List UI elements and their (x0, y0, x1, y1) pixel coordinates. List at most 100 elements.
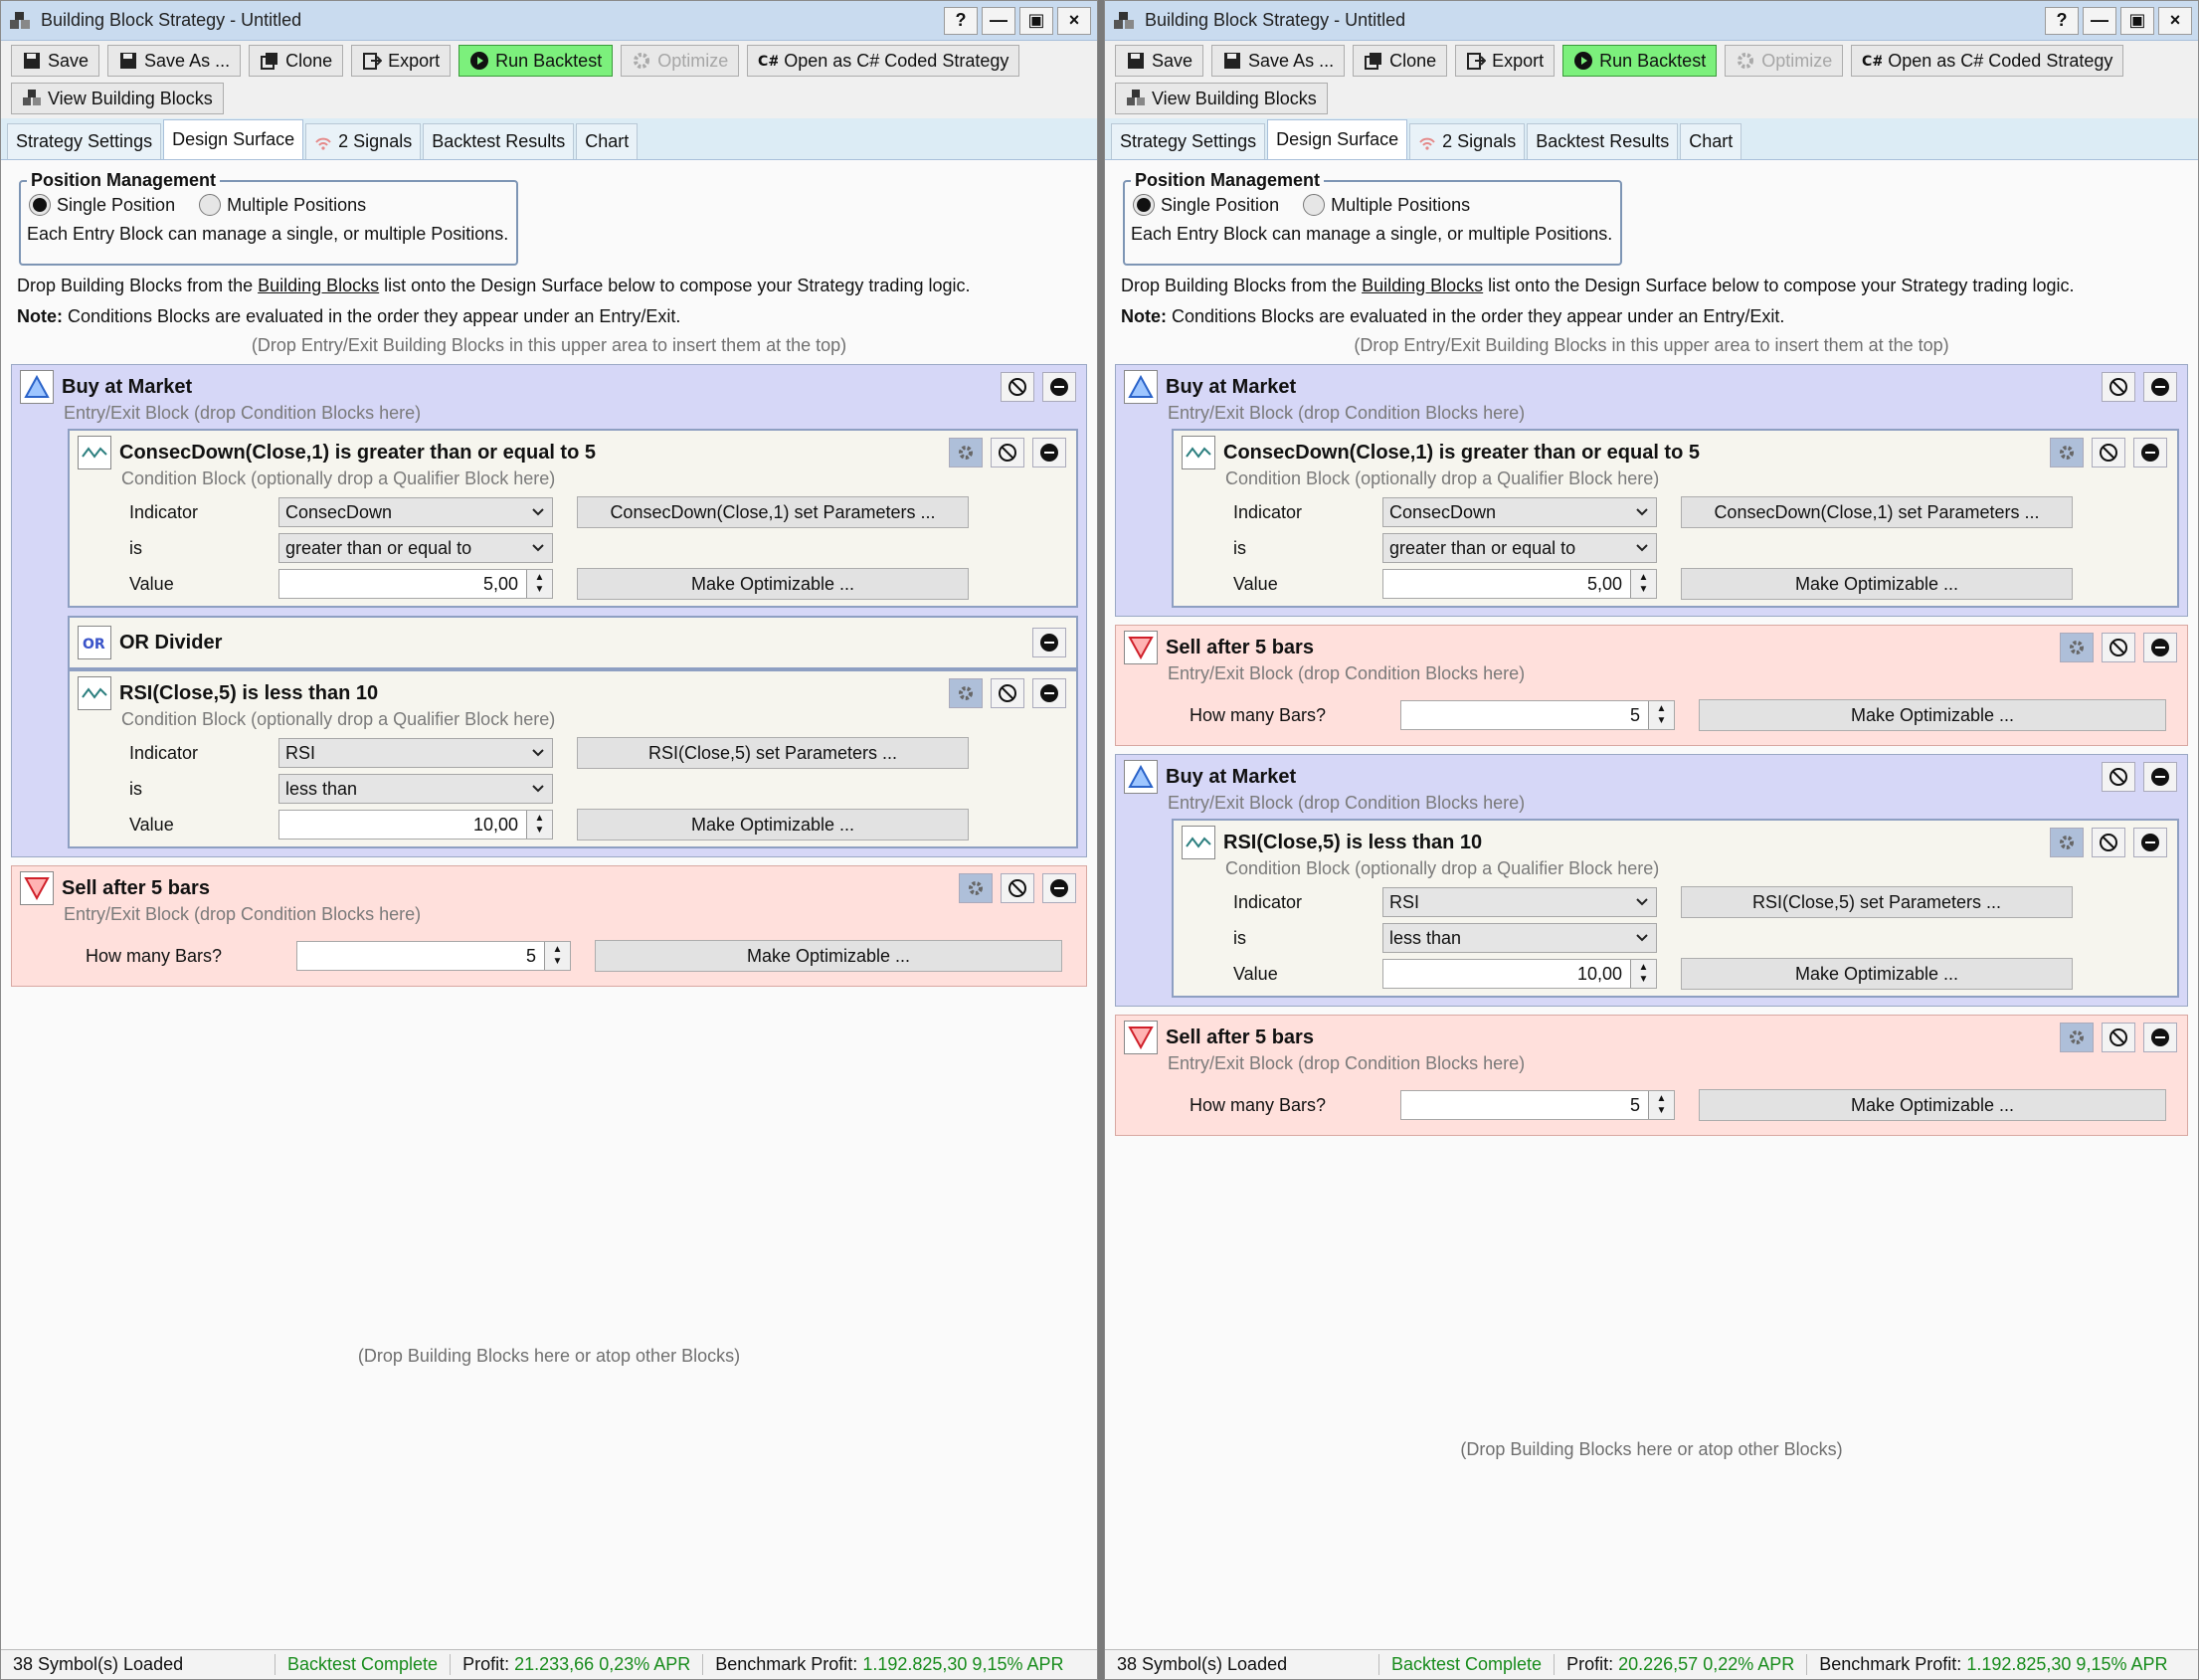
make-optimizable-button[interactable]: Make Optimizable ... (577, 568, 969, 600)
spin-arrows-icon[interactable]: ▲ ▼ (1648, 701, 1674, 729)
disable-block-button[interactable] (2102, 633, 2135, 662)
building-blocks-link[interactable]: Building Blocks (258, 276, 379, 295)
buy-at-market-block[interactable]: Buy at Market Entry/Exit Block (drop Con… (1115, 754, 2188, 1007)
set-parameters-button[interactable]: RSI(Close,5) set Parameters ... (577, 737, 969, 769)
set-parameters-button[interactable]: RSI(Close,5) set Parameters ... (1681, 886, 2073, 918)
qualifier-settings-button[interactable] (949, 678, 983, 708)
qualifier-settings-button[interactable] (959, 873, 993, 903)
tab-design-surface[interactable]: Design Surface (1267, 119, 1408, 159)
buy-at-market-block[interactable]: Buy at Market Entry/Exit Block (drop Con… (11, 364, 1087, 857)
minimize-button[interactable]: — (2083, 6, 2116, 35)
make-optimizable-button[interactable]: Make Optimizable ... (1681, 568, 2073, 600)
qualifier-settings-button[interactable] (949, 438, 983, 467)
make-optimizable-button[interactable]: Make Optimizable ... (1681, 958, 2073, 990)
remove-block-button[interactable] (2143, 762, 2177, 792)
qualifier-settings-button[interactable] (2050, 438, 2084, 467)
condition-block-consecdown[interactable]: ConsecDown(Close,1) is greater than or e… (1172, 429, 2179, 608)
remove-block-button[interactable] (2143, 1023, 2177, 1052)
qualifier-settings-button[interactable] (2050, 828, 2084, 857)
help-button[interactable]: ? (944, 6, 978, 35)
make-optimizable-button[interactable]: Make Optimizable ... (595, 940, 1062, 972)
tab-backtest-results[interactable]: Backtest Results (1527, 123, 1679, 159)
set-parameters-button[interactable]: ConsecDown(Close,1) set Parameters ... (1681, 496, 2073, 528)
disable-block-button[interactable] (1001, 372, 1034, 402)
export-button[interactable]: Export (1455, 45, 1556, 77)
disable-block-button[interactable] (991, 438, 1024, 467)
bars-stepper[interactable]: 5 ▲ ▼ (1400, 700, 1675, 730)
open-csharp-button[interactable]: C# Open as C# Coded Strategy (747, 45, 1020, 77)
indicator-select[interactable]: ConsecDown (1382, 497, 1657, 527)
tab-design-surface[interactable]: Design Surface (163, 119, 304, 159)
multiple-positions-radio[interactable]: Multiple Positions (199, 194, 366, 216)
condition-block-rsi[interactable]: RSI(Close,5) is less than 10 Condition B… (68, 669, 1078, 848)
remove-block-button[interactable] (2133, 438, 2167, 467)
minimize-button[interactable]: — (982, 6, 1015, 35)
save-as-button[interactable]: Save As ... (107, 45, 242, 77)
buy-at-market-block[interactable]: Buy at Market Entry/Exit Block (drop Con… (1115, 364, 2188, 617)
or-divider-block[interactable]: OR OR Divider (68, 616, 1078, 669)
close-button[interactable]: × (2158, 6, 2192, 35)
save-as-button[interactable]: Save As ... (1211, 45, 1346, 77)
make-optimizable-button[interactable]: Make Optimizable ... (577, 809, 969, 840)
clone-button[interactable]: Clone (249, 45, 344, 77)
operator-select[interactable]: less than (1382, 923, 1657, 953)
make-optimizable-button[interactable]: Make Optimizable ... (1699, 699, 2166, 731)
tab-signals[interactable]: 2 Signals (305, 123, 422, 159)
disable-block-button[interactable] (2102, 372, 2135, 402)
sell-after-bars-block[interactable]: Sell after 5 bars Entry/Exit Block (drop… (1115, 625, 2188, 746)
qualifier-settings-button[interactable] (2060, 1023, 2094, 1052)
spin-arrows-icon[interactable]: ▲ ▼ (1648, 1091, 1674, 1119)
run-backtest-button[interactable]: Run Backtest (1562, 45, 1718, 77)
export-button[interactable]: Export (351, 45, 452, 77)
maximize-button[interactable]: ▣ (1019, 6, 1053, 35)
tab-chart[interactable]: Chart (1680, 123, 1742, 159)
operator-select[interactable]: greater than or equal to (1382, 533, 1657, 563)
disable-block-button[interactable] (2092, 828, 2125, 857)
tab-strategy-settings[interactable]: Strategy Settings (7, 123, 162, 159)
spin-arrows-icon[interactable]: ▲ ▼ (1630, 570, 1656, 598)
tab-chart[interactable]: Chart (576, 123, 639, 159)
optimize-button[interactable]: Optimize (621, 45, 740, 77)
bars-stepper[interactable]: 5 ▲ ▼ (1400, 1090, 1675, 1120)
value-stepper[interactable]: 10,00 ▲ ▼ (278, 810, 553, 840)
spin-arrows-icon[interactable]: ▲ ▼ (526, 570, 552, 598)
save-button[interactable]: Save (11, 45, 100, 77)
remove-block-button[interactable] (2133, 828, 2167, 857)
title-bar[interactable]: Building Block Strategy - Untitled ? — ▣… (1105, 1, 2198, 41)
make-optimizable-button[interactable]: Make Optimizable ... (1699, 1089, 2166, 1121)
single-position-radio[interactable]: Single Position (1133, 194, 1279, 216)
remove-block-button[interactable] (2143, 633, 2177, 662)
maximize-button[interactable]: ▣ (2120, 6, 2154, 35)
qualifier-settings-button[interactable] (2060, 633, 2094, 662)
remove-block-button[interactable] (1032, 628, 1066, 657)
disable-block-button[interactable] (2092, 438, 2125, 467)
value-stepper[interactable]: 5,00 ▲ ▼ (1382, 569, 1657, 599)
single-position-radio[interactable]: Single Position (29, 194, 175, 216)
save-button[interactable]: Save (1115, 45, 1204, 77)
spin-arrows-icon[interactable]: ▲ ▼ (1630, 960, 1656, 988)
remove-block-button[interactable] (1032, 438, 1066, 467)
tab-backtest-results[interactable]: Backtest Results (423, 123, 575, 159)
close-button[interactable]: × (1057, 6, 1091, 35)
value-stepper[interactable]: 10,00 ▲ ▼ (1382, 959, 1657, 989)
clone-button[interactable]: Clone (1353, 45, 1448, 77)
building-blocks-link[interactable]: Building Blocks (1362, 276, 1483, 295)
remove-block-button[interactable] (2143, 372, 2177, 402)
optimize-button[interactable]: Optimize (1725, 45, 1844, 77)
tab-strategy-settings[interactable]: Strategy Settings (1111, 123, 1266, 159)
value-stepper[interactable]: 5,00 ▲ ▼ (278, 569, 553, 599)
sell-after-bars-block[interactable]: Sell after 5 bars Entry/Exit Block (drop… (1115, 1015, 2188, 1136)
disable-block-button[interactable] (991, 678, 1024, 708)
spin-arrows-icon[interactable]: ▲ ▼ (526, 811, 552, 839)
view-building-blocks-button[interactable]: View Building Blocks (11, 83, 224, 114)
help-button[interactable]: ? (2045, 6, 2079, 35)
condition-block-rsi[interactable]: RSI(Close,5) is less than 10 Condition B… (1172, 819, 2179, 998)
indicator-select[interactable]: ConsecDown (278, 497, 553, 527)
view-building-blocks-button[interactable]: View Building Blocks (1115, 83, 1328, 114)
indicator-select[interactable]: RSI (1382, 887, 1657, 917)
disable-block-button[interactable] (2102, 1023, 2135, 1052)
operator-select[interactable]: greater than or equal to (278, 533, 553, 563)
indicator-select[interactable]: RSI (278, 738, 553, 768)
bars-stepper[interactable]: 5 ▲ ▼ (296, 941, 571, 971)
disable-block-button[interactable] (2102, 762, 2135, 792)
